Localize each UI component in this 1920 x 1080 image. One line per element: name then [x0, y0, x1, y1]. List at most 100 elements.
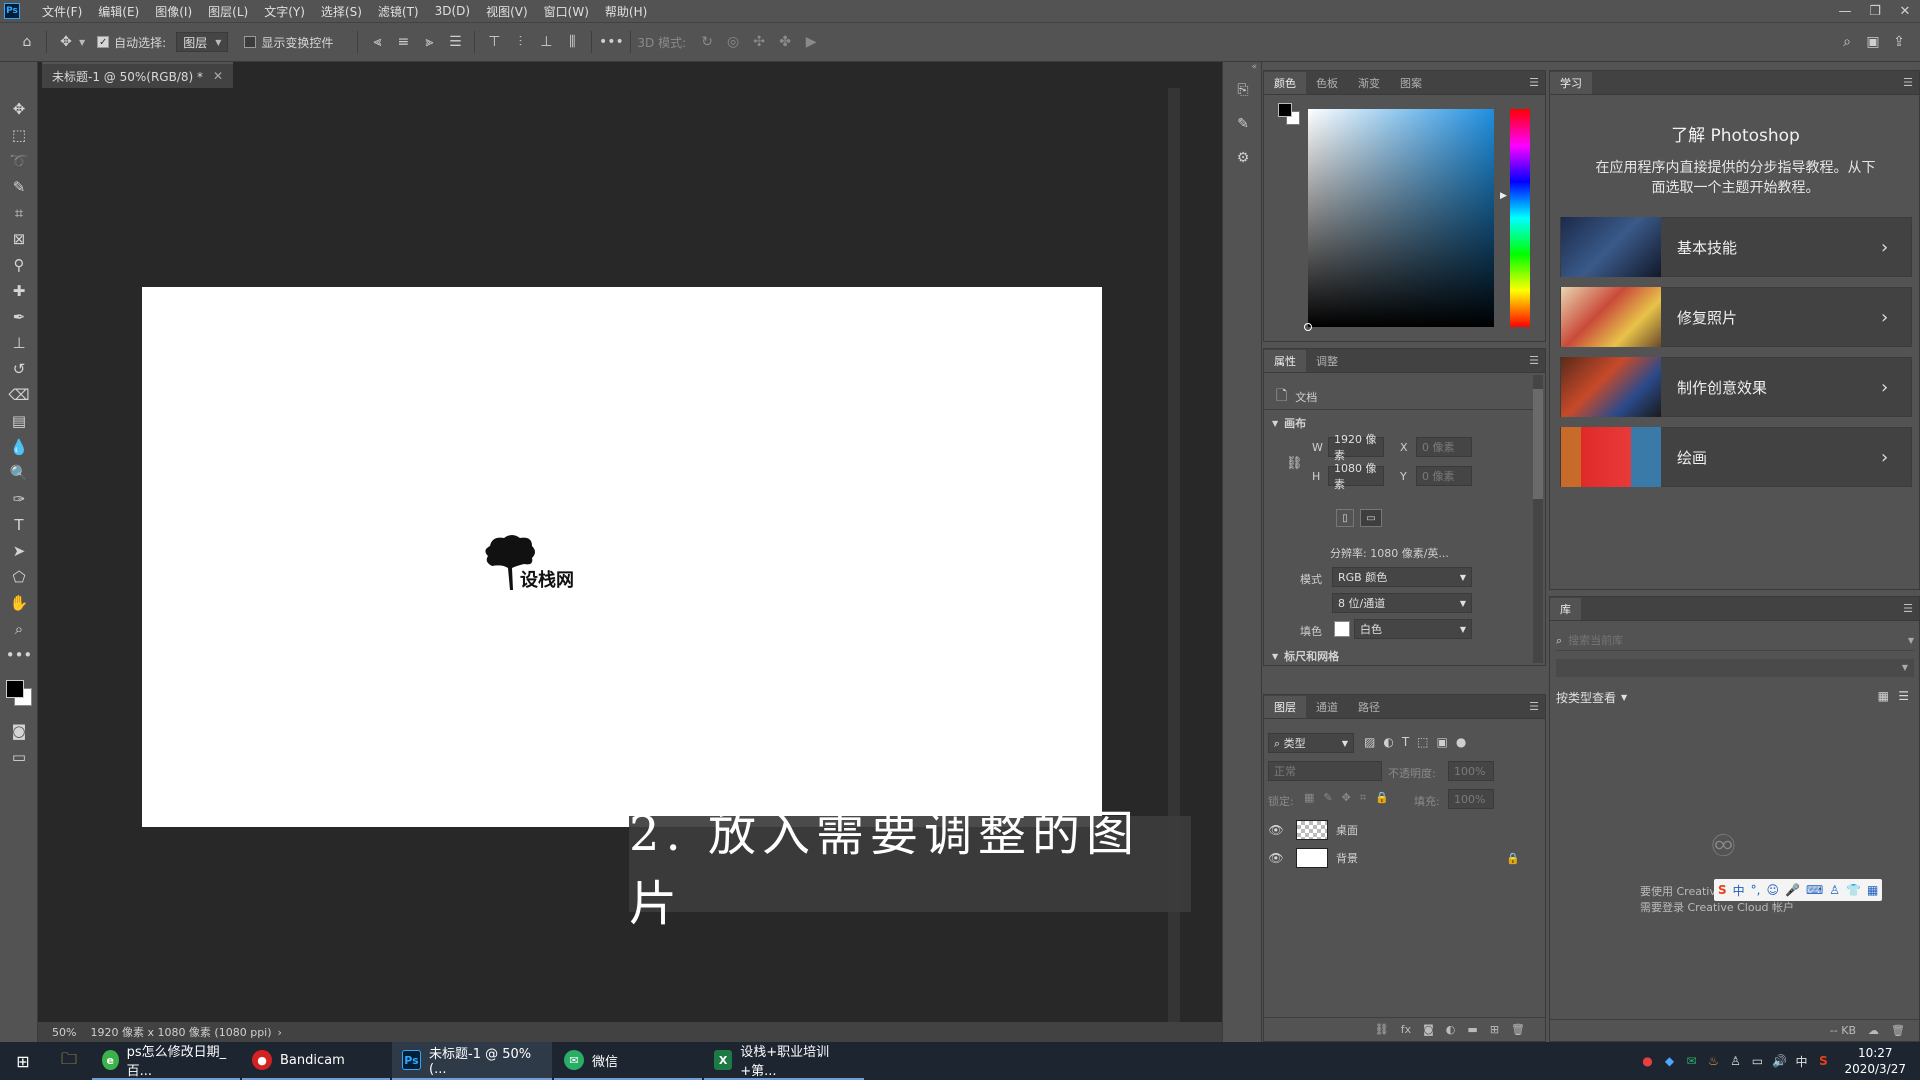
learn-card-painting[interactable]: 绘画 ›	[1560, 427, 1912, 487]
menu-window[interactable]: 窗口(W)	[536, 3, 597, 20]
auto-select-target-dropdown[interactable]: 图层 ▼	[176, 32, 229, 52]
distribute-vertical-icon[interactable]: ⫼	[559, 29, 585, 55]
eyedropper-tool-icon[interactable]: ⚲	[0, 252, 38, 278]
color-picker-cursor[interactable]	[1304, 323, 1312, 331]
panel-menu-icon[interactable]: ☰	[1529, 700, 1539, 713]
ime-emoji-icon[interactable]: ☺	[1767, 883, 1780, 897]
visibility-eye-icon[interactable]: 👁	[1264, 851, 1288, 865]
lock-transparent-icon[interactable]: ▦	[1304, 791, 1314, 805]
file-explorer-icon[interactable]: 🗀	[46, 1042, 92, 1080]
foreground-color-swatch[interactable]	[6, 680, 24, 698]
close-icon[interactable]: ✕	[213, 69, 223, 83]
bit-depth-dropdown[interactable]: 8 位/通道 ▼	[1332, 593, 1472, 613]
menu-3d[interactable]: 3D(D)	[427, 4, 478, 18]
menu-view[interactable]: 视图(V)	[478, 3, 536, 20]
library-search-input[interactable]	[1568, 634, 1908, 647]
learn-card-creative-effects[interactable]: 制作创意效果 ›	[1560, 357, 1912, 417]
library-search-bar[interactable]: ⌕ ▼	[1556, 631, 1914, 651]
security-tray-icon[interactable]: ◆	[1658, 1054, 1680, 1068]
quick-mask-icon[interactable]: ◙	[0, 718, 38, 744]
properties-scrollbar[interactable]	[1533, 375, 1543, 663]
menu-image[interactable]: 图像(I)	[147, 3, 200, 20]
filter-toggle-icon[interactable]: ●	[1456, 735, 1466, 749]
app-tray-icon[interactable]: ♨	[1702, 1054, 1724, 1068]
add-mask-icon[interactable]: ◙	[1423, 1023, 1434, 1036]
home-icon[interactable]: ⌂	[14, 29, 40, 55]
menu-help[interactable]: 帮助(H)	[597, 3, 655, 20]
grid-view-icon[interactable]: ▦	[1878, 689, 1889, 703]
blend-mode-dropdown[interactable]: 正常	[1268, 761, 1382, 781]
tab-properties[interactable]: 属性	[1264, 350, 1306, 372]
taskbar-app-photoshop[interactable]: Ps 未标题-1 @ 50%(...	[392, 1042, 552, 1080]
hue-slider[interactable]	[1510, 109, 1530, 327]
foreground-color-chip[interactable]	[1278, 103, 1292, 117]
clone-stamp-tool-icon[interactable]: ⊥	[0, 330, 38, 356]
taskbar-app-bandicam[interactable]: ● Bandicam	[242, 1042, 390, 1080]
menu-type[interactable]: 文字(Y)	[256, 3, 313, 20]
width-field[interactable]: 1920 像素	[1328, 433, 1384, 462]
fill-dropdown[interactable]: 白色 ▼	[1354, 619, 1472, 639]
menu-select[interactable]: 选择(S)	[313, 3, 370, 20]
portrait-orientation-icon[interactable]: ▯	[1336, 509, 1354, 527]
learn-card-basic-skills[interactable]: 基本技能 ›	[1560, 217, 1912, 277]
ime-indicator[interactable]: 中	[1790, 1053, 1812, 1070]
align-center-icon[interactable]: ≡	[390, 29, 416, 55]
ime-toolbox-icon[interactable]: ▦	[1867, 883, 1878, 897]
opacity-field[interactable]: 100%	[1448, 761, 1494, 781]
list-view-icon[interactable]: ☰	[1898, 689, 1909, 703]
collapse-icon[interactable]: «	[1223, 62, 1261, 72]
frame-tool-icon[interactable]: ⊠	[0, 226, 38, 252]
view-by-type-dropdown[interactable]: 按类型查看 ▼	[1556, 689, 1627, 706]
network-icon[interactable]: ▭	[1746, 1054, 1768, 1068]
more-options-icon[interactable]: •••	[598, 29, 624, 55]
type-layer-filter-icon[interactable]: T	[1402, 735, 1409, 749]
close-icon[interactable]: ✕	[1890, 0, 1920, 22]
rulers-section-header[interactable]: ▼ 标尺和网格	[1272, 649, 1339, 663]
show-transform-checkbox[interactable]	[244, 36, 257, 48]
ime-skin-icon[interactable]: 👕	[1846, 883, 1861, 897]
history-brush-tool-icon[interactable]: ↺	[0, 356, 38, 382]
search-icon[interactable]: ⌕	[1834, 29, 1860, 55]
chevron-down-icon[interactable]: ▼	[79, 38, 85, 47]
minimize-icon[interactable]: —	[1830, 0, 1860, 22]
fill-opacity-field[interactable]: 100%	[1448, 789, 1494, 809]
link-layers-icon[interactable]: ⛓	[1375, 1023, 1389, 1036]
tab-color[interactable]: 颜色	[1264, 72, 1306, 94]
marquee-tool-icon[interactable]: ⬚	[0, 122, 38, 148]
canvas-section-header[interactable]: ▼ 画布	[1272, 415, 1306, 431]
type-tool-icon[interactable]: T	[0, 512, 38, 538]
crop-tool-icon[interactable]: ⌗	[0, 200, 38, 226]
windows-start-icon[interactable]: ⊞	[0, 1042, 46, 1080]
library-selector-dropdown[interactable]: ▼	[1556, 659, 1914, 677]
edit-toolbar-icon[interactable]: •••	[0, 642, 38, 668]
quick-select-tool-icon[interactable]: ✎	[0, 174, 38, 200]
blur-tool-icon[interactable]: 💧	[0, 434, 38, 460]
3d-camera-icon[interactable]: ▶	[798, 29, 824, 55]
align-left-icon[interactable]: ⫷	[364, 29, 390, 55]
mode-dropdown[interactable]: RGB 颜色 ▼	[1332, 567, 1472, 587]
dodge-tool-icon[interactable]: 🔍	[0, 460, 38, 486]
lock-artboard-icon[interactable]: ⌗	[1360, 791, 1366, 805]
ime-keyboard-icon[interactable]: ⌨	[1806, 883, 1823, 897]
delete-layer-icon[interactable]: 🗑	[1511, 1023, 1525, 1036]
ime-user-icon[interactable]: ♙	[1829, 883, 1840, 897]
new-layer-icon[interactable]: ⊞	[1490, 1023, 1499, 1036]
menu-edit[interactable]: 编辑(E)	[90, 3, 147, 20]
smart-object-filter-icon[interactable]: ▣	[1437, 735, 1448, 749]
y-field[interactable]: 0 像素	[1416, 466, 1472, 486]
tab-paths[interactable]: 路径	[1348, 696, 1390, 718]
learn-card-fix-photo[interactable]: 修复照片 ›	[1560, 287, 1912, 347]
3d-pan-icon[interactable]: ✣	[746, 29, 772, 55]
workspace-icon[interactable]: ▣	[1860, 29, 1886, 55]
align-top-icon[interactable]: ⊤	[481, 29, 507, 55]
wechat-tray-icon[interactable]: ✉	[1680, 1054, 1702, 1068]
layer-row[interactable]: 👁 桌面	[1264, 817, 1534, 843]
sogou-tray-icon[interactable]: S	[1812, 1054, 1834, 1068]
align-right-icon[interactable]: ⫸	[416, 29, 442, 55]
tab-layers[interactable]: 图层	[1264, 696, 1306, 718]
menu-layer[interactable]: 图层(L)	[200, 3, 256, 20]
document-tab[interactable]: 未标题-1 @ 50%(RGB/8) * ✕	[42, 62, 234, 88]
new-group-icon[interactable]: ▬	[1467, 1023, 1477, 1036]
adjustments-icon[interactable]: ⚙	[1227, 144, 1259, 172]
chevron-right-icon[interactable]: ›	[278, 1026, 282, 1039]
